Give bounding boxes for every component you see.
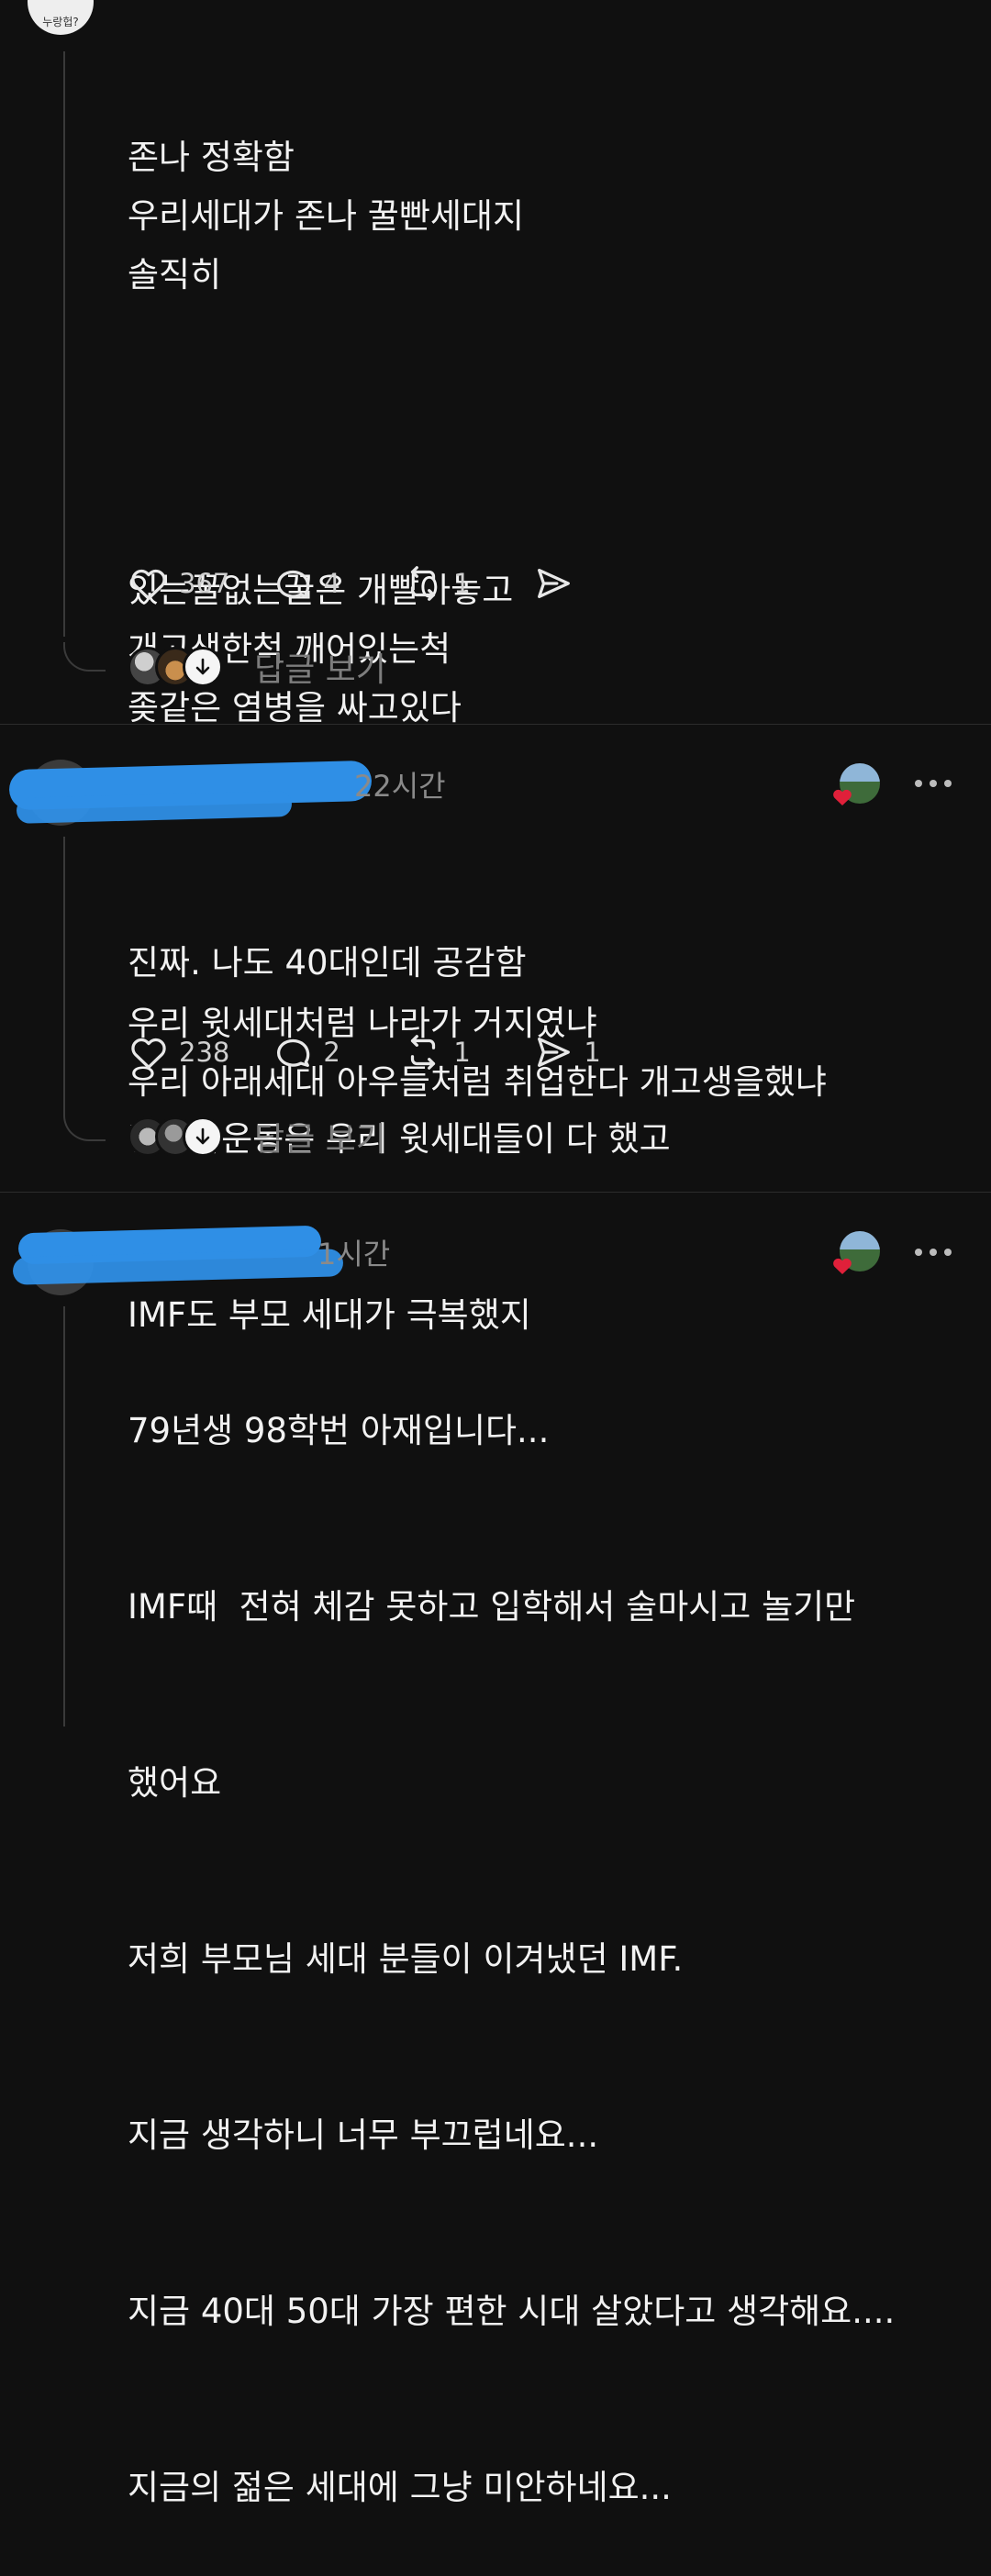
thread-connector: [63, 642, 106, 672]
repost-count: 1: [453, 568, 471, 599]
repost-count: 1: [453, 1037, 471, 1068]
arrow-down-icon: [195, 1127, 210, 1145]
view-replies-link[interactable]: 답글 보기: [254, 1113, 386, 1160]
thread-line: [63, 1306, 65, 1727]
repost-icon: [411, 566, 436, 601]
action-bar: 238 2 1 1: [128, 1029, 663, 1075]
share-count: 1: [584, 1037, 601, 1068]
divider: [0, 724, 991, 725]
text-line: 79년생 98학번 아재입니다...: [128, 1411, 550, 1450]
expand-replies-button[interactable]: [183, 1116, 223, 1157]
thread-line: [63, 837, 65, 1114]
avatar-label: 누랑헙?: [42, 16, 79, 28]
comment-icon: [277, 1038, 310, 1068]
heart-badge-icon: [833, 789, 852, 805]
text-line: 저희 부모님 세대 분들이 이겨냈던 IMF.: [128, 1939, 684, 1979]
text-line: 지금 생각하니 너무 부끄럽네요...: [128, 2115, 599, 2155]
post-body: 79년생 98학번 아재입니다... IMF때 전혀 체감 못하고 입학해서 술…: [128, 1284, 895, 2576]
text-line: 했어요: [128, 1763, 222, 1803]
thread-connector: [63, 1112, 106, 1141]
avatar[interactable]: 누랑헙?: [28, 0, 94, 35]
text-line: IMF때 전혀 체감 못하고 입학해서 술마시고 놀기만: [128, 1587, 856, 1627]
share-button[interactable]: [532, 562, 620, 605]
text-line: 지금의 젊은 세대에 그냥 미안하네요...: [128, 2468, 672, 2507]
repost-button[interactable]: 1: [402, 562, 490, 605]
like-button[interactable]: 238: [128, 1031, 229, 1073]
post-time: 22시간: [354, 769, 446, 804]
repost-icon: [411, 1035, 436, 1070]
comment-count: 4: [323, 568, 340, 599]
send-icon: [538, 1037, 571, 1068]
action-bar: 367 4 1: [128, 561, 663, 606]
heart-icon: [131, 1038, 166, 1069]
post-time: 1시간: [317, 1237, 391, 1271]
like-count: 238: [179, 1037, 230, 1068]
comment-button[interactable]: 2: [272, 1031, 360, 1073]
heart-badge-icon: [833, 1258, 852, 1274]
like-count: 367: [179, 568, 230, 599]
repost-button[interactable]: 1: [402, 1031, 490, 1073]
arrow-down-icon: [195, 658, 210, 675]
comment-icon: [277, 570, 310, 599]
view-replies-link[interactable]: 답글 보기: [254, 643, 386, 691]
send-icon: [538, 568, 571, 599]
heart-icon: [131, 569, 166, 600]
like-button[interactable]: 367: [128, 562, 229, 605]
share-button[interactable]: 1: [532, 1031, 620, 1073]
divider: [0, 1192, 991, 1193]
text-line: 우리세대가 존나 꿀빤세대지: [128, 196, 525, 236]
comment-button[interactable]: 4: [272, 562, 360, 605]
expand-replies-button[interactable]: [183, 647, 223, 687]
text-line: 진짜. 나도 40대인데 공감함: [128, 943, 527, 983]
reply-preview[interactable]: 답글 보기: [128, 1113, 386, 1160]
text-line: 지금 40대 50대 가장 편한 시대 살았다고 생각해요....: [128, 2292, 896, 2331]
reply-preview[interactable]: 답글 보기: [128, 643, 386, 691]
more-options-button[interactable]: [915, 1243, 952, 1261]
more-options-button[interactable]: [915, 774, 952, 793]
paragraph: 존나 정확함우리세대가 존나 꿀빤세대지솔직히: [128, 128, 827, 305]
thread-line: [63, 51, 65, 637]
text-line: 솔직히: [128, 255, 222, 294]
text-line: 존나 정확함: [128, 138, 295, 177]
comment-count: 2: [323, 1037, 340, 1068]
